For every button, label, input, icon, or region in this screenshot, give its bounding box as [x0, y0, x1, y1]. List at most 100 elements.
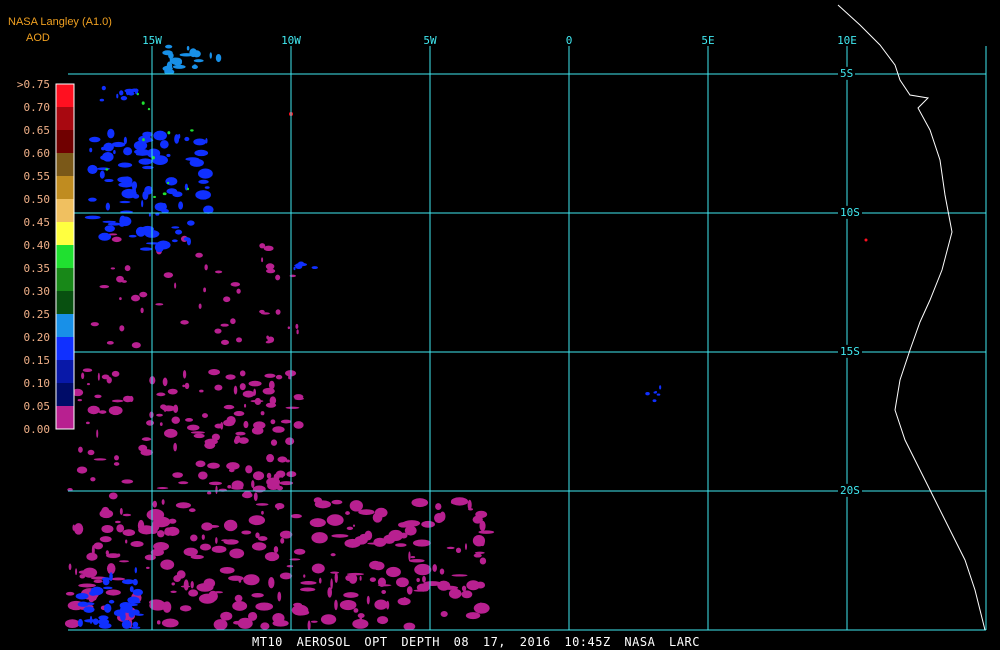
legend-swatch [56, 314, 74, 337]
aerosol-patch [198, 303, 202, 309]
aerosol-patch [192, 50, 201, 58]
aerosol-patch [645, 391, 650, 396]
aerosol-patch [467, 499, 472, 511]
aerosol-patch [248, 515, 266, 526]
aerosol-patch [251, 542, 267, 551]
aerosol-patch [105, 202, 111, 211]
legend-swatch [56, 222, 74, 245]
aerosol-patch [358, 509, 375, 515]
legend-label: 0.00 [23, 423, 51, 436]
aerosol-patch [85, 421, 90, 425]
aerosol-patch [140, 307, 144, 314]
aerosol-patch [96, 429, 99, 438]
aerosol-patch [251, 426, 264, 435]
aerosol-patch [412, 539, 431, 547]
aerosol-patch [108, 405, 123, 416]
aerosol-patch [123, 147, 133, 156]
aerosol-patch [166, 61, 173, 71]
aerosol-patch [87, 405, 100, 415]
aerosol-patch [146, 566, 150, 569]
aerosol-patch [272, 426, 285, 433]
aerosol-patch [207, 462, 220, 469]
aerosol-patch [260, 622, 270, 630]
aerosol-patch [293, 394, 304, 400]
aerosol-patch [190, 431, 205, 434]
aerosol-patch [116, 93, 119, 99]
aerosol-patch [260, 411, 265, 416]
aerosol-patch [65, 591, 75, 596]
aerosol-patch [230, 282, 241, 287]
aerosol-patch [461, 590, 473, 599]
aerosol-patch [182, 384, 186, 388]
aerosol-patch [146, 242, 162, 245]
aerosol-patch [345, 511, 350, 515]
aerosol-patch [204, 441, 216, 449]
aerosol-patch [273, 473, 280, 481]
longitude-label: 10W [281, 34, 301, 47]
aerosol-patch [173, 404, 179, 414]
aerosol-patch [77, 399, 82, 402]
aerosol-patch [268, 576, 275, 589]
graticule [68, 46, 987, 631]
aerosol-patch [227, 484, 232, 489]
legend-swatch [56, 406, 74, 429]
aerosol-patch [654, 390, 657, 394]
aerosol-patch [167, 131, 171, 135]
aerosol-patch [377, 584, 392, 587]
aerosol-patch [93, 579, 103, 583]
aerosol-patch [339, 599, 357, 611]
aerosol-patch [253, 492, 258, 501]
legend-swatch [56, 291, 74, 314]
aerosol-patch [331, 534, 349, 538]
aerosol-patch [273, 546, 279, 553]
aerosol-patch [76, 466, 88, 474]
aerosol-patch [83, 606, 95, 613]
aerosol-patch [119, 200, 131, 204]
legend-label: 0.70 [23, 101, 51, 114]
aerosol-patch [152, 500, 158, 508]
aerosol-patch [231, 486, 244, 490]
legend-label: 0.05 [23, 400, 51, 413]
legend-swatch [56, 176, 74, 199]
aerosol-patch [201, 413, 208, 418]
aerosol-patch [434, 512, 444, 524]
aerosol-patch [184, 382, 190, 390]
aerosol-patch [255, 503, 269, 506]
aerosol-patch [139, 291, 148, 298]
aerosol-patch [203, 578, 216, 589]
aerosol-patch [406, 586, 413, 595]
aerosol-patch [173, 442, 177, 452]
aerosol-patch [279, 572, 293, 580]
aerosol-patch [395, 543, 407, 547]
legend-label: >0.75 [16, 78, 50, 91]
aerosol-patch [225, 374, 236, 380]
legend-swatch [56, 130, 74, 153]
aerosol-patch [446, 546, 455, 550]
aerosol-patch [290, 513, 302, 519]
aerosol-patch [374, 599, 388, 610]
aerosol-patch [156, 240, 171, 250]
aerosol-patch [190, 534, 198, 542]
aerosol-patch [155, 303, 164, 306]
aerosol-patch [396, 577, 409, 588]
aerosol-patch [162, 377, 168, 387]
aerosol-patch [656, 393, 661, 396]
aerosol-patch [205, 138, 208, 144]
aerosol-patch [369, 577, 376, 582]
aerosol-patch [293, 266, 296, 271]
aerosol-patch [78, 446, 83, 453]
aerosol-patch [111, 577, 126, 581]
legend-swatch [56, 107, 74, 130]
aerosol-patch [195, 190, 211, 200]
aerosol-patch [78, 583, 96, 588]
aerosol-patch [164, 428, 178, 438]
aerosol-patch [264, 373, 276, 378]
aerosol-patch [388, 529, 404, 541]
aerosol-patch [183, 579, 189, 591]
aerosol-patch [117, 162, 133, 168]
aerosol-patch [265, 402, 277, 408]
aerosol-patch [153, 195, 156, 199]
aerosol-patch [372, 512, 383, 523]
aerosol-patch [235, 431, 246, 436]
aerosol-patch [193, 138, 207, 146]
